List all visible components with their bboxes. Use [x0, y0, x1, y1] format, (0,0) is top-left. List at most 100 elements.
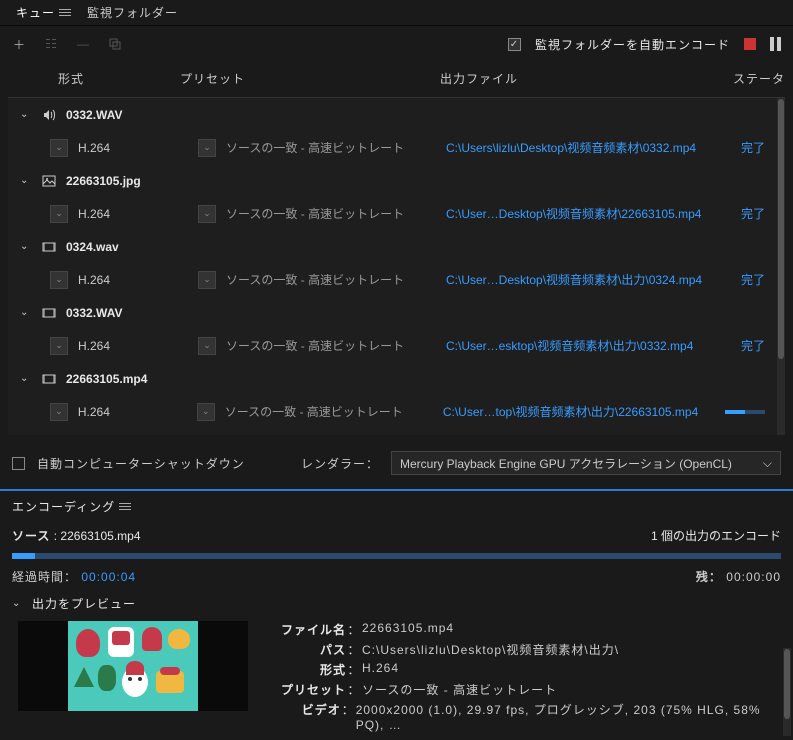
queue-child-row[interactable]: ⌄ H.264 ⌄ ソースの一致 - 高速ビットレート C:\User…eskt…	[8, 329, 785, 362]
meta-path-value: C:\Users\lizlu\Desktop\视频音频素材\出力\	[362, 641, 619, 661]
row-format: H.264	[78, 405, 187, 419]
preview-scrollbar[interactable]	[783, 648, 791, 736]
queue-parent-row[interactable]: ⌄ 31624_1280x720.mp4	[8, 428, 785, 435]
queue-child-row[interactable]: ⌄ H.264 ⌄ ソースの一致 - 高速ビットレート C:\User…top\…	[8, 395, 785, 428]
elapsed-label: 経過時間：	[12, 570, 77, 584]
preset-dropdown[interactable]: ⌄	[198, 337, 216, 355]
queue-parent-row[interactable]: ⌄ 22663105.mp4	[8, 362, 785, 395]
row-progress	[725, 410, 765, 414]
chevron-down-icon: ⌵	[763, 456, 772, 471]
preset-dropdown[interactable]: ⌄	[198, 271, 216, 289]
header-status: ステータ	[720, 70, 793, 87]
tab-queue-label: キュー	[16, 4, 55, 21]
header-preset: プリセット	[180, 70, 440, 87]
output-count: 1 個の出力のエンコード	[651, 527, 781, 544]
preview-area: ファイル名：22663105.mp4 パス：C:\Users\lizlu\Des…	[12, 617, 781, 725]
hamburger-icon[interactable]	[119, 503, 131, 510]
renderer-dropdown[interactable]: Mercury Playback Engine GPU アクセラレーション (O…	[391, 451, 781, 475]
toolbar-left: ＋ —	[12, 37, 122, 51]
source-row: ソース : 22663105.mp4 1 個の出力のエンコード	[12, 521, 781, 549]
remain-value: 00:00:00	[726, 570, 781, 584]
pause-icon[interactable]	[770, 37, 781, 51]
queue-item-name: 22663105.mp4	[66, 372, 147, 386]
chevron-down-icon[interactable]: ⌄	[20, 175, 32, 186]
hamburger-icon[interactable]	[59, 9, 71, 16]
format-dropdown[interactable]: ⌄	[50, 205, 68, 223]
queue-child-row[interactable]: ⌄ H.264 ⌄ ソースの一致 - 高速ビットレート C:\User…Desk…	[8, 263, 785, 296]
format-dropdown[interactable]: ⌄	[50, 139, 68, 157]
tab-queue[interactable]: キュー	[8, 0, 79, 25]
row-format: H.264	[78, 339, 188, 353]
meta-path-label: パス	[266, 641, 346, 661]
chevron-down-icon[interactable]: ⌄	[20, 307, 32, 318]
preview-toggle[interactable]: ⌄ 出力をプレビュー	[12, 589, 781, 617]
auto-encode-checkbox[interactable]	[508, 38, 521, 51]
meta-format-label: 形式	[266, 661, 346, 681]
queue-parent-row[interactable]: ⌄ 0332.WAV	[8, 98, 785, 131]
preset-dropdown[interactable]: ⌄	[198, 139, 216, 157]
encoding-tab[interactable]: エンコーディング	[12, 491, 781, 521]
queue-list: ⌄ 0332.WAV⌄ H.264 ⌄ ソースの一致 - 高速ビットレート C:…	[8, 97, 785, 435]
queue-item-name: 22663105.jpg	[66, 174, 141, 188]
format-dropdown[interactable]: ⌄	[50, 403, 68, 421]
image-icon	[42, 174, 56, 188]
row-output[interactable]: C:\Users\lizlu\Desktop\视频音频素材\0332.mp4	[446, 139, 721, 156]
queue-parent-row[interactable]: ⌄ 0324.wav	[8, 230, 785, 263]
queue-parent-row[interactable]: ⌄ 0332.WAV	[8, 296, 785, 329]
meta-format-value: H.264	[362, 661, 399, 681]
time-row: 経過時間： 00:00:04 残： 00:00:00	[12, 563, 781, 589]
meta-preset-value: ソースの一致 - 高速ビットレート	[362, 681, 557, 701]
preset-dropdown[interactable]: ⌄	[198, 205, 216, 223]
preview-toggle-label: 出力をプレビュー	[32, 595, 136, 612]
row-output[interactable]: C:\User…esktop\视频音频素材\出力\0332.mp4	[446, 337, 721, 354]
shutdown-checkbox[interactable]	[12, 457, 25, 470]
row-status: 完了	[731, 271, 773, 288]
tab-watch[interactable]: 監視フォルダー	[79, 0, 186, 25]
row-output[interactable]: C:\User…Desktop\视频音频素材\22663105.mp4	[446, 205, 721, 222]
add-icon[interactable]: ＋	[12, 37, 26, 51]
speaker-icon	[42, 108, 56, 122]
queue-scrollbar[interactable]	[777, 98, 785, 435]
chevron-down-icon[interactable]: ⌄	[20, 241, 32, 252]
column-headers: 形式 プリセット 出力ファイル ステータ	[0, 62, 793, 97]
queue-item-name: 0324.wav	[66, 240, 119, 254]
format-dropdown[interactable]: ⌄	[50, 337, 68, 355]
auto-encode-label: 監視フォルダーを自動エンコード	[535, 36, 730, 53]
queue-child-row[interactable]: ⌄ H.264 ⌄ ソースの一致 - 高速ビットレート C:\User…Desk…	[8, 197, 785, 230]
queue-parent-row[interactable]: ⌄ 22663105.jpg	[8, 164, 785, 197]
header-output: 出力ファイル	[440, 70, 720, 87]
format-dropdown[interactable]: ⌄	[50, 271, 68, 289]
queue-child-row[interactable]: ⌄ H.264 ⌄ ソースの一致 - 高速ビットレート C:\Users\liz…	[8, 131, 785, 164]
row-status: 完了	[731, 337, 773, 354]
queue-item-name: 0332.WAV	[66, 306, 122, 320]
meta-preset-label: プリセット	[266, 681, 346, 701]
footer-row: 自動コンピューターシャットダウン レンダラー： Mercury Playback…	[0, 443, 793, 483]
row-preset: ソースの一致 - 高速ビットレート	[226, 337, 436, 354]
chevron-down-icon[interactable]: ⌄	[20, 373, 32, 384]
row-format: H.264	[78, 141, 188, 155]
toolbar: ＋ — 監視フォルダーを自動エンコード	[0, 26, 793, 62]
header-format: 形式	[0, 70, 180, 87]
renderer-value: Mercury Playback Engine GPU アクセラレーション (O…	[400, 455, 732, 472]
preset-dropdown[interactable]: ⌄	[197, 403, 215, 421]
settings-icon[interactable]	[44, 37, 58, 51]
remain-label: 残：	[696, 570, 722, 584]
row-preset: ソースの一致 - 高速ビットレート	[226, 271, 436, 288]
stop-icon[interactable]	[744, 38, 756, 50]
encoding-panel: エンコーディング ソース : 22663105.mp4 1 個の出力のエンコード…	[0, 489, 793, 725]
meta-file-label: ファイル名	[266, 621, 346, 641]
row-output[interactable]: C:\User…top\视频音频素材\出力\22663105.mp4	[443, 403, 716, 420]
source-name: 22663105.mp4	[60, 529, 140, 543]
chevron-down-icon[interactable]: ⌄	[20, 109, 32, 120]
elapsed-value: 00:00:04	[81, 570, 136, 584]
queue-item-name: 0332.WAV	[66, 108, 122, 122]
remove-icon[interactable]: —	[76, 37, 90, 51]
row-preset: ソースの一致 - 高速ビットレート	[225, 403, 433, 420]
duplicate-icon[interactable]	[108, 37, 122, 51]
row-output[interactable]: C:\User…Desktop\视频音频素材\出力\0324.mp4	[446, 271, 721, 288]
metadata: ファイル名：22663105.mp4 パス：C:\Users\lizlu\Des…	[266, 621, 781, 721]
video-icon	[42, 372, 56, 386]
row-preset: ソースの一致 - 高速ビットレート	[226, 205, 436, 222]
shutdown-label: 自動コンピューターシャットダウン	[37, 455, 245, 472]
meta-video-value: 2000x2000 (1.0), 29.97 fps, プログレッシブ, 203…	[356, 701, 781, 721]
